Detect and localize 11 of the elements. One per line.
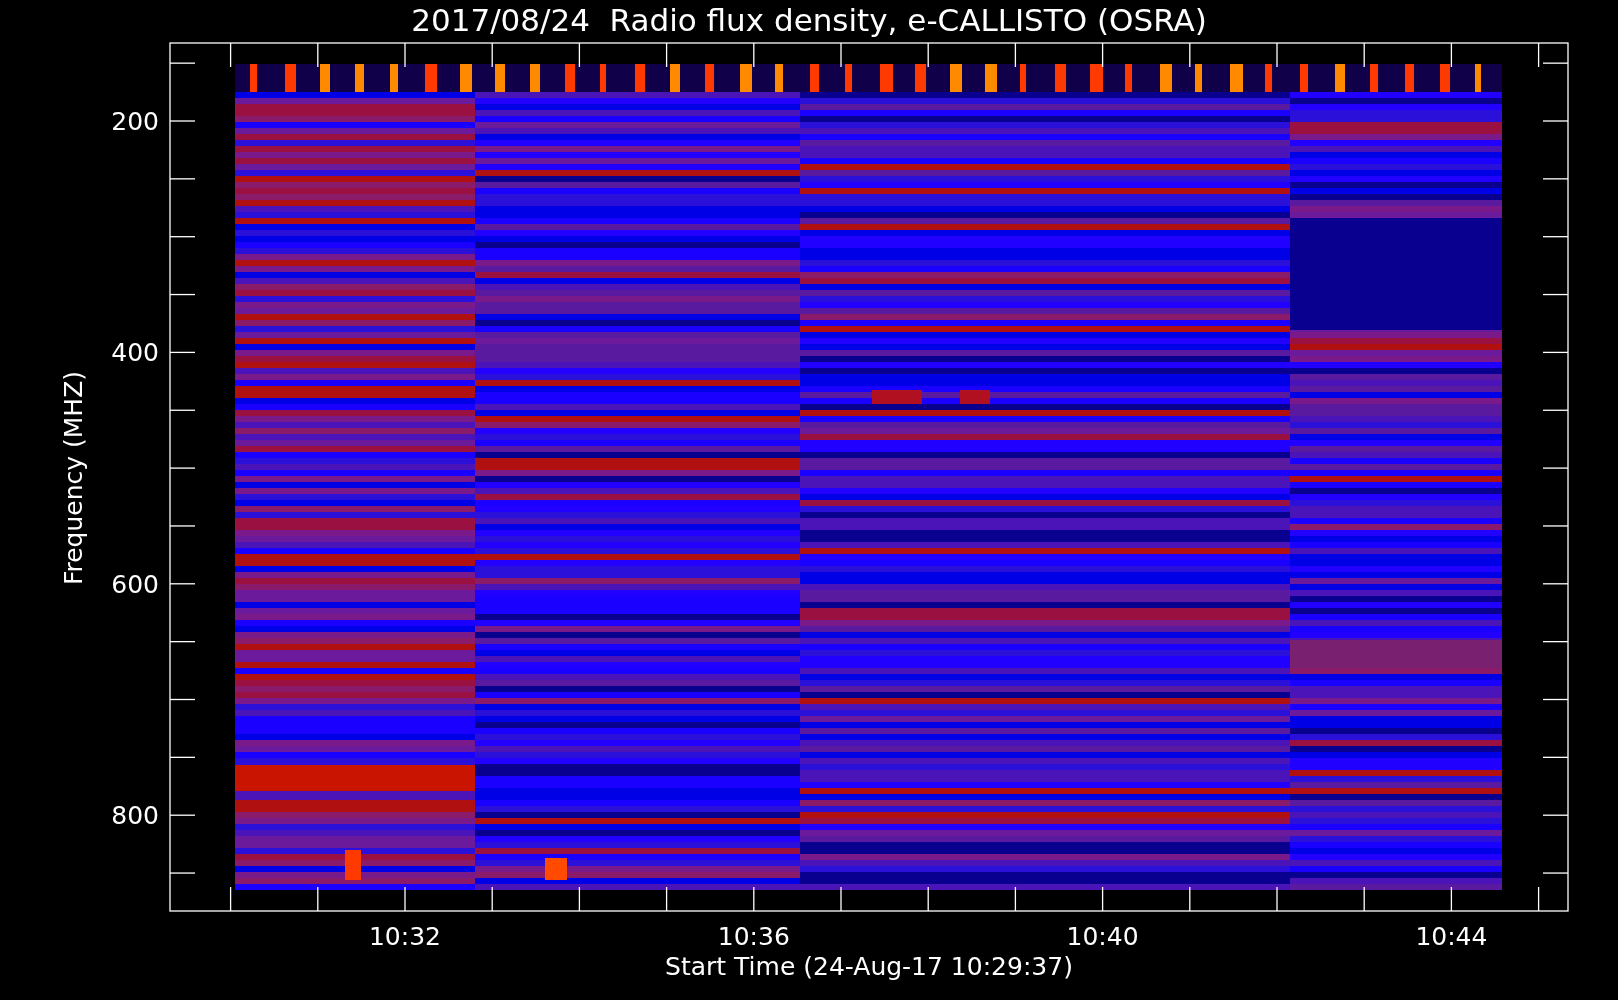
chart-title: 2017/08/24 Radio flux density, e-CALLISTO (OSRA): [411, 2, 1207, 38]
y-tick-label: 200: [111, 107, 159, 136]
y-tick-label: 400: [111, 338, 159, 368]
y-tick-label: 600: [111, 569, 159, 599]
x-tick-label: 10:36: [717, 922, 790, 951]
y-axis-label: Frequency (MHZ): [59, 370, 88, 586]
x-axis-label: Start Time (24-Aug-17 10:29:37): [665, 952, 1073, 981]
y-tick-label: 800: [111, 801, 159, 831]
x-tick-label: 10:32: [369, 922, 441, 951]
x-tick-label: 10:40: [1066, 922, 1139, 951]
x-tick-label: 10:44: [1415, 922, 1488, 951]
